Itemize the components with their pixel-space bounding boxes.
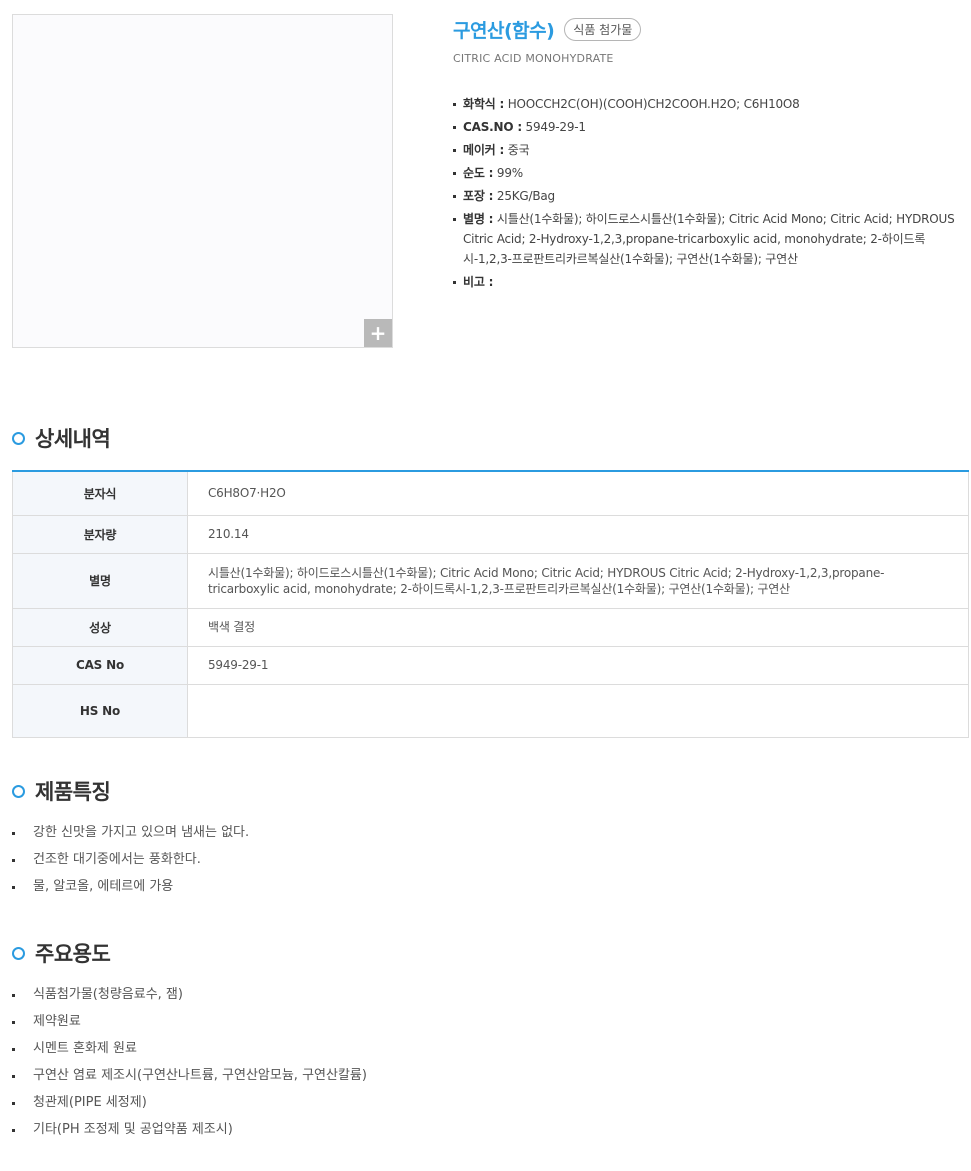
row-label: HS No [12, 684, 188, 738]
ring-icon [12, 784, 25, 798]
product-title: 구연산(함수) [453, 19, 555, 42]
list-item: 제약원료 [12, 1012, 367, 1039]
detail-section-header: 상세내역 [12, 423, 111, 453]
row-value: C6H8O7·H2O [187, 471, 969, 516]
list-item: 기타(PH 조정제 및 공업약품 제조시) [12, 1120, 367, 1147]
table-row: 분자식 C6H8O7·H2O [12, 471, 969, 516]
list-item: 청관제(PIPE 세정제) [12, 1093, 367, 1120]
features-section-header: 제품특징 [12, 776, 111, 806]
list-item: 물, 알코올, 에테르에 가용 [12, 877, 249, 904]
table-row: HS No [12, 684, 969, 738]
row-label: 분자량 [12, 515, 188, 554]
list-item: 건조한 대기중에서는 풍화한다. [12, 850, 249, 877]
list-item: 구연산 염료 제조시(구연산나트륨, 구연산암모늄, 구연산칼륨) [12, 1066, 367, 1093]
row-label: CAS No [12, 646, 188, 685]
row-value: 백색 결정 [187, 608, 969, 647]
spec-item: 별명 : 시틀산(1수화물); 하이드로스시틀산(1수화물); Citric A… [453, 209, 963, 269]
spec-item: 화학식 : HOOCCH2C(OH)(COOH)CH2COOH.H2O; C6H… [453, 94, 963, 114]
row-value: 210.14 [187, 515, 969, 554]
table-row: 성상 백색 결정 [12, 608, 969, 647]
section-title: 주요용도 [35, 942, 111, 966]
category-badge: 식품 첨가물 [564, 17, 642, 41]
uses-section-header: 주요용도 [12, 938, 111, 968]
uses-list: 식품첨가물(청량음료수, 잼) 제약원료 시멘트 혼화제 원료 구연산 염료 제… [12, 985, 367, 1147]
product-image[interactable]: + [12, 14, 393, 348]
features-list: 강한 신맛을 가지고 있으며 냄새는 없다. 건조한 대기중에서는 풍화한다. … [12, 823, 249, 904]
spec-item: CAS.NO : 5949-29-1 [453, 117, 963, 137]
table-row: CAS No 5949-29-1 [12, 646, 969, 685]
plus-icon: + [369, 321, 387, 345]
list-item: 강한 신맛을 가지고 있으며 냄새는 없다. [12, 823, 249, 850]
row-label: 성상 [12, 608, 188, 647]
row-label: 별명 [12, 553, 188, 609]
title-row: 구연산(함수) 식품 첨가물 [453, 14, 963, 44]
spec-item: 비고 : [453, 272, 963, 292]
section-title: 제품특징 [35, 780, 111, 804]
table-row: 별명 시틀산(1수화물); 하이드로스시틀산(1수화물); Citric Aci… [12, 553, 969, 609]
row-value [187, 684, 969, 738]
spec-item: 순도 : 99% [453, 163, 963, 183]
section-title: 상세내역 [35, 427, 111, 451]
ring-icon [12, 946, 25, 960]
ring-icon [12, 431, 25, 445]
spec-item: 포장 : 25KG/Bag [453, 186, 963, 206]
row-label: 분자식 [12, 471, 188, 516]
product-english-name: CITRIC ACID MONOHYDRATE [453, 52, 614, 65]
row-value: 5949-29-1 [187, 646, 969, 685]
list-item: 시멘트 혼화제 원료 [12, 1039, 367, 1066]
table-row: 분자량 210.14 [12, 515, 969, 554]
zoom-button[interactable]: + [364, 319, 392, 347]
detail-table: 분자식 C6H8O7·H2O 분자량 210.14 별명 시틀산(1수화물); … [12, 470, 969, 738]
spec-list: 화학식 : HOOCCH2C(OH)(COOH)CH2COOH.H2O; C6H… [453, 94, 963, 292]
spec-item: 메이커 : 중국 [453, 140, 963, 160]
row-value: 시틀산(1수화물); 하이드로스시틀산(1수화물); Citric Acid M… [187, 553, 969, 609]
product-info: 구연산(함수) 식품 첨가물 CITRIC ACID MONOHYDRATE 화… [453, 14, 963, 295]
list-item: 식품첨가물(청량음료수, 잼) [12, 985, 367, 1012]
